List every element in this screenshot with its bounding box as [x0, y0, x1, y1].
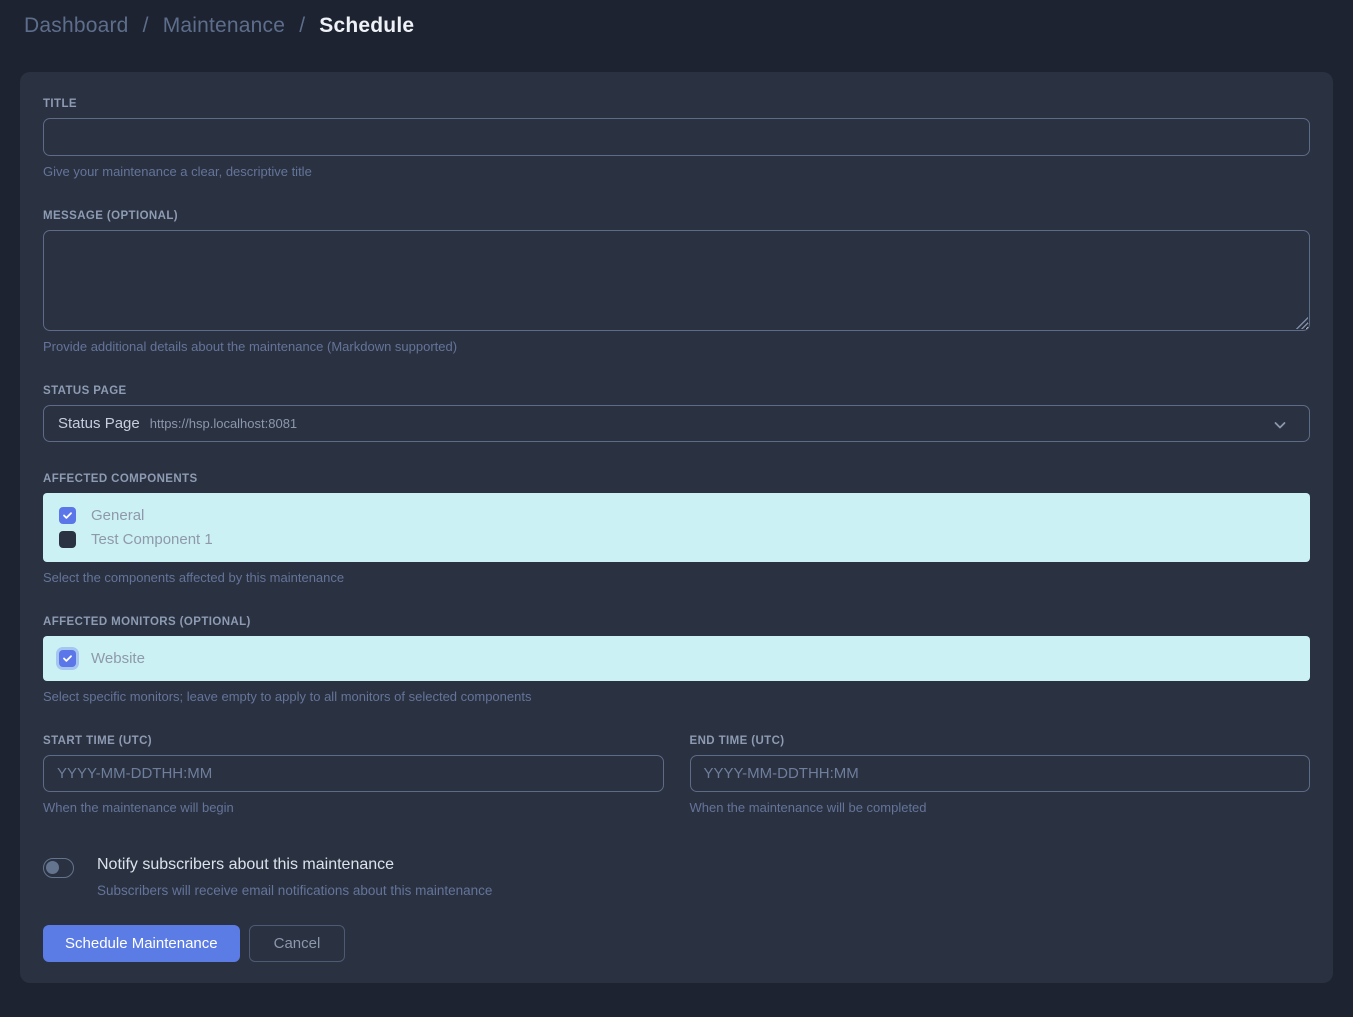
monitor-option-website[interactable]: Website: [59, 650, 1294, 667]
message-helper-text: Provide additional details about the mai…: [43, 339, 1310, 354]
start-time-helper-text: When the maintenance will begin: [43, 800, 664, 815]
title-input[interactable]: [43, 118, 1310, 156]
status-page-select[interactable]: Status Page https://hsp.localhost:8081: [43, 405, 1310, 442]
cancel-button[interactable]: Cancel: [249, 925, 346, 962]
chevron-down-icon: [1273, 418, 1285, 430]
affected-monitors-field-group: AFFECTED MONITORS (OPTIONAL) Website Sel…: [43, 616, 1310, 704]
breadcrumb: Dashboard / Maintenance / Schedule: [24, 14, 414, 38]
schedule-maintenance-button[interactable]: Schedule Maintenance: [43, 925, 240, 962]
status-page-field-group: STATUS PAGE Status Page https://hsp.loca…: [43, 385, 1310, 442]
status-page-selected-name: Status Page: [58, 415, 140, 432]
check-icon: [62, 510, 73, 521]
affected-components-helper-text: Select the components affected by this m…: [43, 570, 1310, 585]
breadcrumb-current-schedule: Schedule: [319, 14, 414, 37]
affected-monitors-helper-text: Select specific monitors; leave empty to…: [43, 689, 1310, 704]
affected-monitors-label: AFFECTED MONITORS (OPTIONAL): [43, 616, 1310, 628]
checkbox-test-component-1[interactable]: [59, 531, 76, 548]
start-time-label: START TIME (UTC): [43, 735, 664, 747]
breadcrumb-maintenance[interactable]: Maintenance: [163, 14, 285, 37]
status-page-selected-url: https://hsp.localhost:8081: [150, 416, 297, 431]
message-textarea[interactable]: [43, 230, 1310, 331]
component-option-test-component-1[interactable]: Test Component 1: [59, 531, 1294, 548]
affected-components-label: AFFECTED COMPONENTS: [43, 473, 1310, 485]
time-fields-row: START TIME (UTC) When the maintenance wi…: [43, 735, 1310, 815]
title-field-group: TITLE Give your maintenance a clear, des…: [43, 98, 1310, 179]
notify-subscribers-label: Notify subscribers about this maintenanc…: [97, 856, 492, 874]
title-helper-text: Give your maintenance a clear, descripti…: [43, 164, 1310, 179]
notify-subscribers-toggle[interactable]: [43, 858, 74, 878]
component-option-general[interactable]: General: [59, 507, 1294, 524]
toggle-knob: [46, 861, 59, 874]
checkbox-website[interactable]: [59, 650, 76, 667]
topbar: Dashboard / Maintenance / Schedule: [0, 0, 1353, 52]
end-time-helper-text: When the maintenance will be completed: [690, 800, 1311, 815]
component-option-label: Test Component 1: [91, 531, 213, 548]
component-option-label: General: [91, 507, 144, 524]
start-time-input[interactable]: [43, 755, 664, 792]
form-actions: Schedule Maintenance Cancel: [43, 925, 1310, 962]
affected-monitors-list: Website: [43, 636, 1310, 681]
breadcrumb-dashboard[interactable]: Dashboard: [24, 14, 129, 37]
schedule-maintenance-form-card: TITLE Give your maintenance a clear, des…: [20, 72, 1333, 983]
breadcrumb-separator: /: [143, 14, 149, 37]
message-field-group: MESSAGE (OPTIONAL) Provide additional de…: [43, 210, 1310, 354]
title-label: TITLE: [43, 98, 1310, 110]
end-time-input[interactable]: [690, 755, 1311, 792]
check-icon: [62, 653, 73, 664]
end-time-field-group: END TIME (UTC) When the maintenance will…: [690, 735, 1311, 815]
affected-components-list: General Test Component 1: [43, 493, 1310, 562]
notify-subscribers-row: Notify subscribers about this maintenanc…: [43, 856, 1310, 898]
notify-subscribers-helper-text: Subscribers will receive email notificat…: [97, 883, 492, 898]
start-time-field-group: START TIME (UTC) When the maintenance wi…: [43, 735, 664, 815]
checkbox-general[interactable]: [59, 507, 76, 524]
end-time-label: END TIME (UTC): [690, 735, 1311, 747]
breadcrumb-separator: /: [299, 14, 305, 37]
status-page-label: STATUS PAGE: [43, 385, 1310, 397]
affected-components-field-group: AFFECTED COMPONENTS General Test Compone…: [43, 473, 1310, 585]
monitor-option-label: Website: [91, 650, 145, 667]
message-label: MESSAGE (OPTIONAL): [43, 210, 1310, 222]
